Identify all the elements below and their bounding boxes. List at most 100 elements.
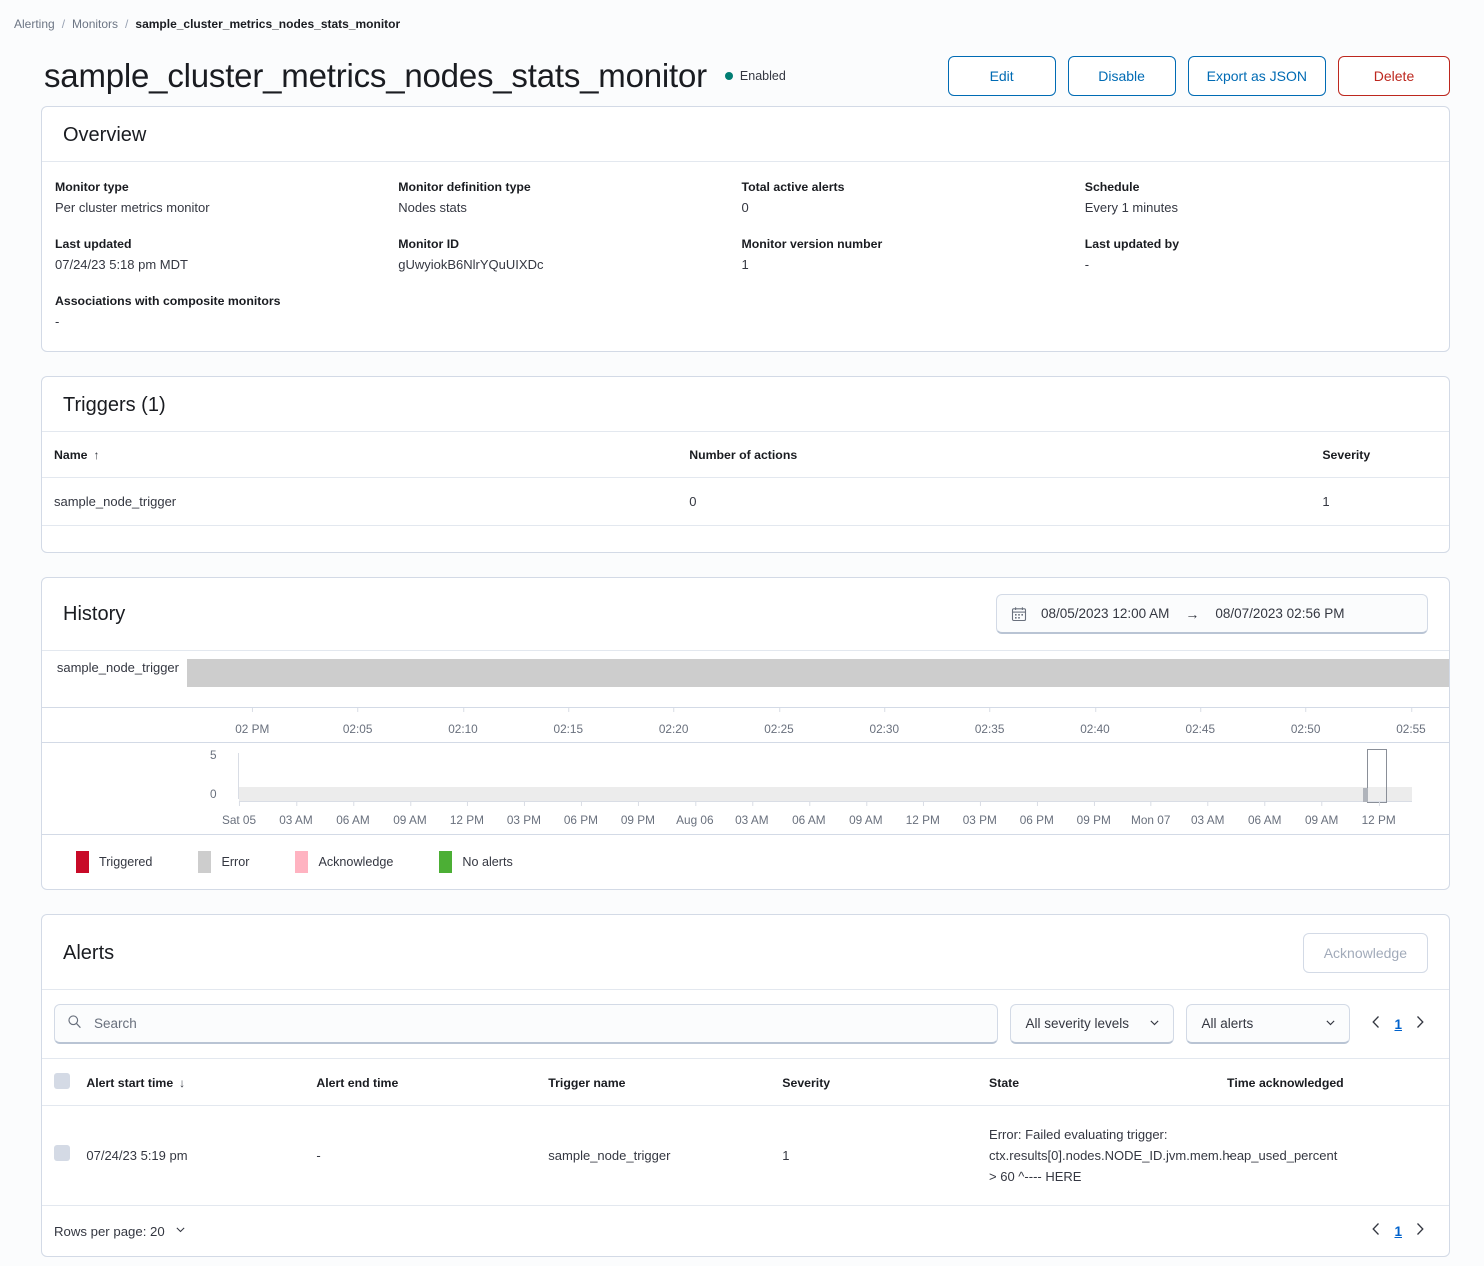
history-panel: History 08/05/2023 12:00 AM (41, 577, 1450, 890)
overview-chart-tick: Sat 05 (222, 801, 256, 827)
trigger-severity-cell: 1 (1322, 478, 1449, 526)
table-row: 07/24/23 5:19 pm - sample_node_trigger 1… (42, 1106, 1449, 1206)
severity-filter-value: All severity levels (1025, 1016, 1129, 1031)
alert-severity-cell: 1 (782, 1106, 989, 1206)
overview-field-last-updated: Last updated 07/24/23 5:18 pm MDT (55, 237, 398, 272)
breadcrumb-separator: / (125, 17, 128, 31)
timeline-axis-tick: 02:10 (448, 708, 478, 736)
timeline-track[interactable] (187, 659, 1449, 707)
column-severity: Severity (782, 1059, 989, 1106)
history-title: History (63, 604, 125, 624)
breadcrumb: Alerting / Monitors / sample_cluster_met… (0, 0, 1484, 34)
rows-per-page-label: Rows per page: 20 (54, 1224, 165, 1239)
timeline-axis-tick: 02:50 (1291, 708, 1321, 736)
overview-field-total-active-alerts: Total active alerts 0 (742, 180, 1085, 215)
overview-chart-tick: 09 AM (1305, 801, 1338, 827)
legend-label: Error (221, 855, 249, 869)
header-actions: Edit Disable Export as JSON Delete (948, 56, 1450, 96)
field-value: Per cluster metrics monitor (55, 200, 398, 215)
overview-field-associations: Associations with composite monitors - (55, 294, 398, 329)
overview-grid: Monitor type Per cluster metrics monitor… (55, 180, 1428, 329)
overview-chart-tick: 06 PM (564, 801, 598, 827)
delete-button[interactable]: Delete (1338, 56, 1450, 96)
disable-button[interactable]: Disable (1068, 56, 1176, 96)
alerts-panel: Alerts Acknowledge All severity levels (41, 914, 1450, 1257)
legend-swatch (295, 851, 308, 873)
alerts-filter-value: All alerts (1201, 1016, 1253, 1031)
column-alert-start-time[interactable]: Alert start time↓ (86, 1059, 316, 1106)
triggers-table: Name↑ Number of actions Severity sample_… (42, 432, 1449, 526)
alert-start-time-cell: 07/24/23 5:19 pm (86, 1106, 316, 1206)
overview-chart-brush-selection[interactable] (1367, 749, 1387, 803)
row-checkbox[interactable] (54, 1145, 70, 1161)
previous-page-icon[interactable] (1368, 1222, 1384, 1240)
legend-item-triggered: Triggered (76, 851, 152, 873)
timeline-axis-tick: 02:35 (975, 708, 1005, 736)
field-value: - (1085, 257, 1428, 272)
alerts-pagination-bottom: 1 (1362, 1222, 1428, 1240)
field-label: Monitor definition type (398, 180, 741, 194)
column-trigger-name: Trigger name (548, 1059, 782, 1106)
history-overview-chart[interactable]: 5 0 Sat 0503 AM06 AM09 AM12 PM03 PM06 PM… (42, 743, 1449, 835)
search-box[interactable] (54, 1004, 998, 1044)
select-all-checkbox-header (42, 1059, 86, 1106)
table-row: sample_node_trigger 0 1 (42, 478, 1449, 526)
acknowledge-button[interactable]: Acknowledge (1303, 933, 1428, 973)
column-alert-end-time: Alert end time (316, 1059, 548, 1106)
field-label: Monitor version number (742, 237, 1085, 251)
page-number[interactable]: 1 (1394, 1224, 1402, 1239)
overview-field-monitor-type: Monitor type Per cluster metrics monitor (55, 180, 398, 215)
triggers-column-name[interactable]: Name↑ (42, 432, 689, 478)
next-page-icon[interactable] (1412, 1015, 1428, 1033)
timeline-axis-tick: 02:40 (1080, 708, 1110, 736)
column-label: Alert start time (86, 1076, 173, 1090)
alerts-pagination-top: 1 (1362, 1015, 1428, 1033)
date-range-start[interactable]: 08/05/2023 12:00 AM (1041, 606, 1169, 621)
edit-button[interactable]: Edit (948, 56, 1056, 96)
brush-handle[interactable] (1363, 788, 1368, 802)
breadcrumb-item-monitors[interactable]: Monitors (72, 17, 118, 31)
overview-chart-tick: 03 AM (735, 801, 768, 827)
overview-body: Monitor type Per cluster metrics monitor… (42, 162, 1449, 351)
select-all-checkbox[interactable] (54, 1073, 70, 1089)
field-label: Last updated (55, 237, 398, 251)
alerts-filter-select[interactable]: All alerts (1186, 1004, 1350, 1044)
triggers-panel: Triggers (1) Name↑ Number of actions Sev… (41, 376, 1450, 553)
breadcrumb-separator: / (62, 17, 65, 31)
row-checkbox-cell (42, 1106, 86, 1206)
overview-chart-tick: Aug 06 (676, 801, 713, 827)
search-icon (67, 1014, 82, 1034)
previous-page-icon[interactable] (1368, 1015, 1384, 1033)
legend-label: Triggered (99, 855, 152, 869)
date-range-picker[interactable]: 08/05/2023 12:00 AM → 08/07/2023 02:56 P… (996, 594, 1428, 634)
timeline-axis-tick: 02:55 (1396, 708, 1426, 736)
triggers-header: Triggers (1) (42, 377, 1449, 432)
page-number[interactable]: 1 (1394, 1017, 1402, 1032)
date-range-end[interactable]: 08/07/2023 02:56 PM (1215, 606, 1344, 621)
timeline-axis-tick: 02:45 (1186, 708, 1216, 736)
overview-title: Overview (63, 125, 146, 145)
next-page-icon[interactable] (1412, 1222, 1428, 1240)
severity-filter-select[interactable]: All severity levels (1010, 1004, 1174, 1044)
sort-ascending-icon: ↑ (94, 448, 100, 462)
field-value: Every 1 minutes (1085, 200, 1428, 215)
overview-field-schedule: Schedule Every 1 minutes (1085, 180, 1428, 215)
timeline-axis-tick: 02:05 (343, 708, 373, 736)
breadcrumb-item-current: sample_cluster_metrics_nodes_stats_monit… (135, 17, 400, 31)
history-timeline: sample_node_trigger (42, 651, 1449, 707)
overview-chart-tick: 12 PM (450, 801, 484, 827)
overview-field-last-updated-by: Last updated by - (1085, 237, 1428, 272)
triggers-title: Triggers (1) (63, 395, 166, 415)
overview-field-monitor-version-number: Monitor version number 1 (742, 237, 1085, 272)
search-input[interactable] (92, 1015, 985, 1032)
legend-item-no-alerts: No alerts (439, 851, 512, 873)
rows-per-page-select[interactable]: Rows per page: 20 (54, 1223, 187, 1239)
breadcrumb-item-alerting[interactable]: Alerting (14, 17, 55, 31)
timeline-axis: 02 PM02:0502:1002:1502:2002:2502:3002:35… (42, 707, 1449, 743)
overview-chart-x-axis: Sat 0503 AM06 AM09 AM12 PM03 PM06 PM09 P… (42, 801, 1449, 831)
field-label: Associations with composite monitors (55, 294, 398, 308)
legend-swatch (439, 851, 452, 873)
timeline-bar-error[interactable] (187, 659, 1449, 687)
export-as-json-button[interactable]: Export as JSON (1188, 56, 1326, 96)
field-label: Last updated by (1085, 237, 1428, 251)
